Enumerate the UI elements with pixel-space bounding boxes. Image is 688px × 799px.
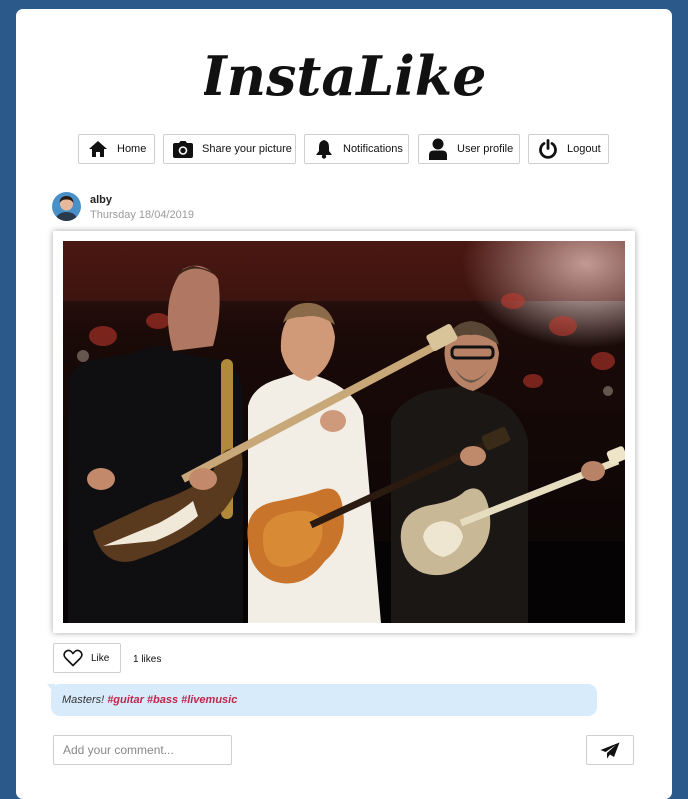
caption-text: Masters! bbox=[62, 694, 105, 706]
hashtag-livemusic[interactable]: #livemusic bbox=[181, 694, 237, 706]
nav-user-profile-label: User profile bbox=[457, 143, 514, 155]
camera-icon bbox=[172, 138, 194, 160]
user-icon bbox=[427, 138, 449, 160]
nav-logout-label: Logout bbox=[567, 143, 601, 155]
hashtag-guitar[interactable]: #guitar bbox=[107, 694, 144, 706]
comment-input[interactable] bbox=[53, 735, 232, 765]
app-logo: InstaLike bbox=[16, 37, 672, 122]
hashtag-bass[interactable]: #bass bbox=[147, 694, 178, 706]
heart-icon bbox=[63, 649, 83, 667]
post-card: InstaLike Home Share your picture Notifi… bbox=[16, 9, 672, 799]
nav-share-label: Share your picture bbox=[202, 143, 292, 155]
bell-icon bbox=[313, 138, 335, 160]
send-icon bbox=[600, 742, 620, 759]
post-username[interactable]: alby bbox=[90, 194, 112, 206]
post-photo-frame bbox=[53, 231, 635, 633]
like-label: Like bbox=[91, 652, 110, 664]
main-nav: Home Share your picture Notifications Us… bbox=[16, 134, 672, 166]
nav-notifications-button[interactable]: Notifications bbox=[304, 134, 409, 164]
nav-home-label: Home bbox=[117, 143, 147, 155]
nav-user-profile-button[interactable]: User profile bbox=[418, 134, 520, 164]
send-comment-button[interactable] bbox=[586, 735, 634, 765]
post-date: Thursday 18/04/2019 bbox=[90, 209, 194, 221]
post-photo[interactable] bbox=[63, 241, 625, 623]
nav-share-button[interactable]: Share your picture bbox=[163, 134, 296, 164]
nav-logout-button[interactable]: Logout bbox=[528, 134, 609, 164]
power-icon bbox=[537, 138, 559, 160]
nav-notifications-label: Notifications bbox=[343, 143, 403, 155]
avatar[interactable] bbox=[52, 192, 81, 221]
like-button[interactable]: Like bbox=[53, 643, 121, 673]
likes-count: 1 likes bbox=[133, 654, 162, 665]
nav-home-button[interactable]: Home bbox=[78, 134, 155, 164]
home-icon bbox=[87, 138, 109, 160]
logo-text: InstaLike bbox=[204, 44, 484, 108]
post-caption: Masters! #guitar #bass #livemusic bbox=[47, 684, 597, 716]
